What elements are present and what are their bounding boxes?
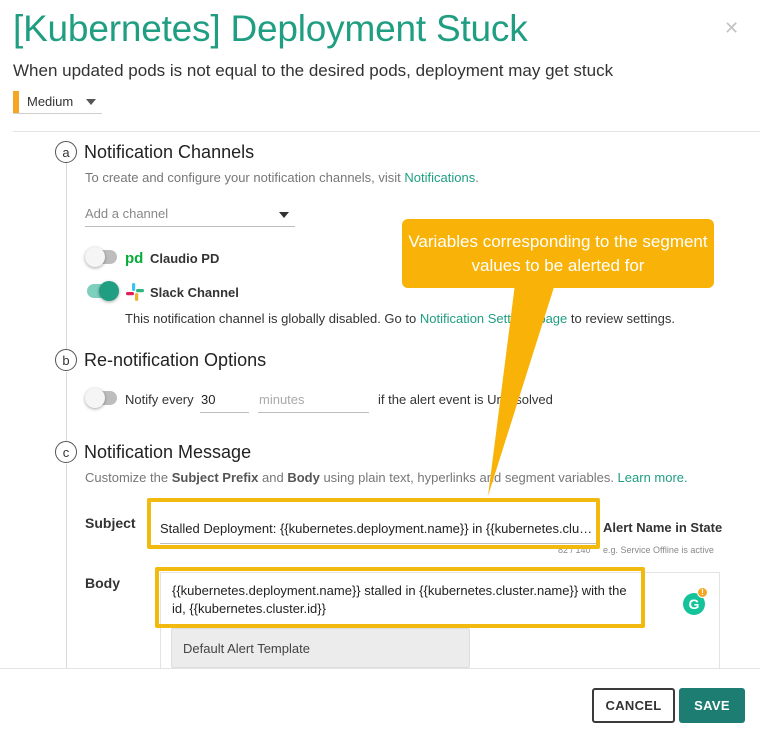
add-channel-select[interactable]: Add a channel <box>85 203 295 227</box>
step-connector-line <box>66 163 67 349</box>
slack-icon <box>126 283 144 301</box>
chevron-down-icon <box>279 212 289 218</box>
step-connector-line <box>66 372 67 441</box>
renotify-toggle[interactable] <box>85 388 117 408</box>
default-alert-template-button[interactable]: Default Alert Template <box>171 628 470 668</box>
section-notification-message: c Notification Message <box>55 441 251 463</box>
channels-hint-text: To create and configure your notificatio… <box>85 170 405 185</box>
channel-name: Slack Channel <box>150 285 239 300</box>
step-marker: a <box>55 141 77 163</box>
severity-color-bar <box>13 90 19 113</box>
hint-body: Body <box>287 470 320 485</box>
renotify-suffix: if the alert event is Unresolved <box>378 392 553 407</box>
subject-highlight-box <box>147 498 600 549</box>
svg-text:pd: pd <box>125 250 143 266</box>
unit-placeholder: minutes <box>259 392 305 407</box>
alert-name-in-state-label: Alert Name in State <box>603 520 723 535</box>
interval-value: 30 <box>201 392 216 407</box>
hint-text: using plain text, hyperlinks and segment… <box>319 470 618 485</box>
step-marker: b <box>55 349 77 371</box>
severity-label: Medium <box>27 94 74 109</box>
step-marker: c <box>55 441 77 463</box>
notice-text: This notification channel is globally di… <box>125 311 420 326</box>
annotation-callout: Variables corresponding to the segment v… <box>402 219 714 288</box>
renotify-interval-input[interactable]: 30 <box>200 387 249 413</box>
hint-text: Customize the <box>85 470 172 485</box>
channel-name: Claudio PD <box>150 251 220 266</box>
channels-hint: To create and configure your notificatio… <box>85 170 479 185</box>
hint-text: and <box>258 470 288 485</box>
channel-disabled-notice: This notification channel is globally di… <box>125 311 675 326</box>
dialog-description: When updated pods is not equal to the de… <box>13 61 614 80</box>
subject-label: Subject <box>85 515 136 531</box>
channels-hint-end: . <box>475 170 479 185</box>
channel-toggle-claudio-pd[interactable] <box>85 247 117 267</box>
section-title: Notification Channels <box>84 141 255 162</box>
severity-select[interactable]: Medium <box>13 90 102 114</box>
section-title: Notification Message <box>84 441 252 462</box>
renotify-unit-input[interactable]: minutes <box>258 387 369 413</box>
close-icon[interactable]: ✕ <box>724 18 739 39</box>
notify-every-label: Notify every <box>125 392 194 407</box>
step-connector-line <box>66 464 67 668</box>
notification-settings-link[interactable]: Notification Settings page <box>420 311 567 326</box>
section-title: Re-notification Options <box>84 349 267 370</box>
notifications-link[interactable]: Notifications <box>404 170 475 185</box>
hint-subject-prefix: Subject Prefix <box>171 470 259 485</box>
section-renotification: b Re-notification Options <box>55 349 266 371</box>
body-highlight-box <box>155 567 645 628</box>
message-hint: Customize the Subject Prefix and Body us… <box>85 470 688 485</box>
body-label: Body <box>85 575 120 591</box>
header-divider <box>13 131 760 132</box>
dialog-title: [Kubernetes] Deployment Stuck <box>13 8 528 49</box>
alert-name-example: e.g. Service Offline is active <box>603 545 714 555</box>
warning-badge-icon: ! <box>697 587 708 598</box>
pagerduty-icon: pd <box>125 250 143 266</box>
learn-more-link[interactable]: Learn more. <box>618 470 688 485</box>
chevron-down-icon <box>86 99 96 105</box>
save-button[interactable]: SAVE <box>679 688 745 723</box>
notice-text-end: to review settings. <box>567 311 675 326</box>
cancel-button[interactable]: CANCEL <box>592 688 675 723</box>
channel-toggle-slack[interactable] <box>87 281 119 301</box>
add-channel-placeholder: Add a channel <box>85 206 169 221</box>
section-notification-channels: a Notification Channels <box>55 141 254 163</box>
